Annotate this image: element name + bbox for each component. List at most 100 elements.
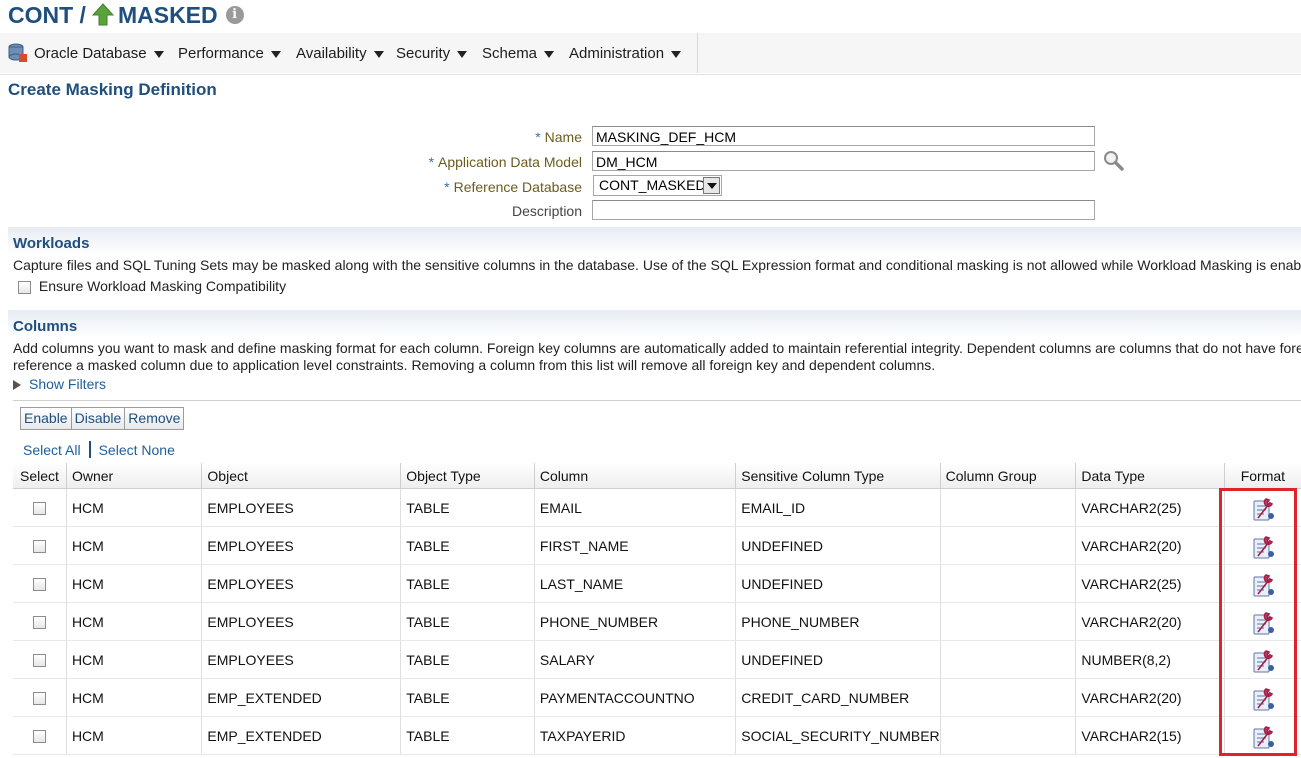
cell-select — [13, 564, 67, 603]
select-all-link[interactable]: Select All — [23, 442, 81, 458]
workload-compat-row: Ensure Workload Masking Compatibility — [18, 278, 286, 295]
table-row: HCM EMPLOYEES TABLE SALARY UNDEFINED NUMBER(8… — [13, 640, 1301, 679]
header-format: Format — [1224, 463, 1301, 489]
row-select-checkbox[interactable] — [32, 502, 46, 516]
masking-format-wrench-icon[interactable] — [1249, 687, 1277, 710]
select-value: CONT_MASKED — [599, 177, 706, 193]
name-field[interactable]: MASKING_DEF_HCM — [592, 126, 1095, 146]
cell-format — [1224, 602, 1301, 641]
menu-label: Security — [396, 44, 451, 62]
menubar-filler — [698, 33, 1301, 73]
cell-object: EMPLOYEES — [201, 488, 402, 527]
cell-data-type: VARCHAR2(20) — [1075, 678, 1225, 717]
cell-object: EMP_EXTENDED — [201, 678, 402, 717]
cell-select — [13, 488, 67, 527]
cell-sensitive-type: UNDEFINED — [735, 526, 941, 565]
workloads-heading: Workloads — [13, 235, 90, 252]
cell-owner: HCM — [66, 640, 203, 679]
target-prefix: CONT / — [8, 1, 86, 28]
header-data-type[interactable]: Data Type — [1075, 463, 1225, 489]
menu-label: Oracle Database — [34, 44, 147, 62]
cell-data-type: VARCHAR2(20) — [1075, 602, 1225, 641]
row-select-checkbox[interactable] — [32, 654, 46, 668]
cell-column-group — [940, 678, 1077, 717]
description-field[interactable] — [592, 200, 1095, 220]
cell-column: EMAIL — [534, 488, 737, 527]
cell-object: EMP_EXTENDED — [201, 716, 402, 755]
cell-column: LAST_NAME — [534, 564, 737, 603]
header-column-group[interactable]: Column Group — [940, 463, 1077, 489]
masking-format-wrench-icon[interactable] — [1249, 573, 1277, 596]
masking-format-wrench-icon[interactable] — [1249, 535, 1277, 558]
reference-database-label: * Reference Database — [444, 179, 582, 195]
cell-object: EMPLOYEES — [201, 526, 402, 565]
cell-object: EMPLOYEES — [201, 564, 402, 603]
table-header-row: Select Owner Object Object Type Column S… — [13, 463, 1301, 489]
columns-description-line2: reference a masked column due to applica… — [13, 357, 936, 373]
cell-sensitive-type: EMAIL_ID — [735, 488, 941, 527]
separator — [88, 441, 91, 458]
workload-compat-checkbox[interactable] — [18, 280, 31, 294]
cell-sensitive-type: UNDEFINED — [735, 640, 941, 679]
masking-format-wrench-icon[interactable] — [1249, 611, 1277, 634]
header-column[interactable]: Column — [534, 463, 737, 489]
row-select-checkbox[interactable] — [32, 730, 46, 744]
search-icon[interactable] — [1103, 150, 1125, 172]
masking-format-wrench-icon[interactable] — [1249, 725, 1277, 748]
menu-label: Schema — [482, 44, 538, 62]
header-object[interactable]: Object — [201, 463, 402, 489]
cell-format — [1224, 488, 1301, 527]
cell-column-group — [940, 602, 1077, 641]
menubar: Oracle Database Performance Availability… — [0, 33, 698, 73]
header-sensitive-type[interactable]: Sensitive Column Type — [735, 463, 941, 489]
columns-heading: Columns — [13, 318, 78, 335]
row-select-checkbox[interactable] — [32, 692, 46, 706]
row-select-checkbox[interactable] — [32, 616, 46, 630]
cell-select — [13, 640, 67, 679]
selection-links: Select All Select None — [23, 441, 175, 458]
masking-format-wrench-icon[interactable] — [1249, 649, 1277, 672]
name-label: * Name — [535, 129, 582, 145]
cell-select — [13, 678, 67, 717]
table-row: HCM EMPLOYEES TABLE LAST_NAME UNDEFINED VARCH… — [13, 564, 1301, 603]
menu-performance[interactable]: Performance — [178, 33, 281, 73]
disable-button[interactable]: Disable — [72, 408, 126, 429]
select-none-link[interactable]: Select None — [99, 442, 175, 458]
cell-data-type: NUMBER(8,2) — [1075, 640, 1225, 679]
cell-column-group — [940, 488, 1077, 527]
cell-sensitive-type: SOCIAL_SECURITY_NUMBER — [735, 716, 941, 755]
show-filters-link[interactable]: Show Filters — [13, 376, 106, 392]
cell-select — [13, 526, 67, 565]
cell-object: EMPLOYEES — [201, 640, 402, 679]
table-row: HCM EMPLOYEES TABLE FIRST_NAME UNDEFINED VARC… — [13, 526, 1301, 565]
cell-select — [13, 716, 67, 755]
target-title: CONT / MASKED i — [8, 0, 244, 30]
adm-label: * Application Data Model — [428, 154, 582, 170]
masking-format-wrench-icon[interactable] — [1249, 497, 1277, 520]
menu-availability[interactable]: Availability — [296, 33, 384, 73]
enable-button[interactable]: Enable — [21, 408, 72, 429]
cell-column: FIRST_NAME — [534, 526, 737, 565]
info-icon[interactable]: i — [225, 6, 244, 24]
row-select-checkbox[interactable] — [32, 540, 46, 554]
cell-select — [13, 602, 67, 641]
menu-label: Availability — [296, 44, 367, 62]
columns-toolbar: Enable Disable Remove — [20, 407, 185, 430]
chevron-down-icon[interactable] — [703, 177, 720, 194]
row-select-checkbox[interactable] — [32, 578, 46, 592]
menu-schema[interactable]: Schema — [482, 33, 555, 73]
cell-format — [1224, 526, 1301, 565]
arrow-up-icon — [91, 3, 115, 27]
reference-database-select[interactable]: CONT_MASKED — [593, 175, 722, 196]
header-owner[interactable]: Owner — [66, 463, 203, 489]
application-data-model-field[interactable]: DM_HCM — [592, 151, 1095, 171]
menu-security[interactable]: Security — [396, 33, 468, 73]
table-row: HCM EMP_EXTENDED TABLE PAYMENTACCOUNTNO CRED… — [13, 678, 1301, 717]
cell-sensitive-type: CREDIT_CARD_NUMBER — [735, 678, 941, 717]
menu-oracle-database[interactable]: Oracle Database — [8, 33, 164, 73]
menu-administration[interactable]: Administration — [569, 33, 682, 73]
cell-object-type: TABLE — [400, 564, 535, 603]
cell-format — [1224, 678, 1301, 717]
remove-button[interactable]: Remove — [125, 408, 183, 429]
header-object-type[interactable]: Object Type — [400, 463, 535, 489]
